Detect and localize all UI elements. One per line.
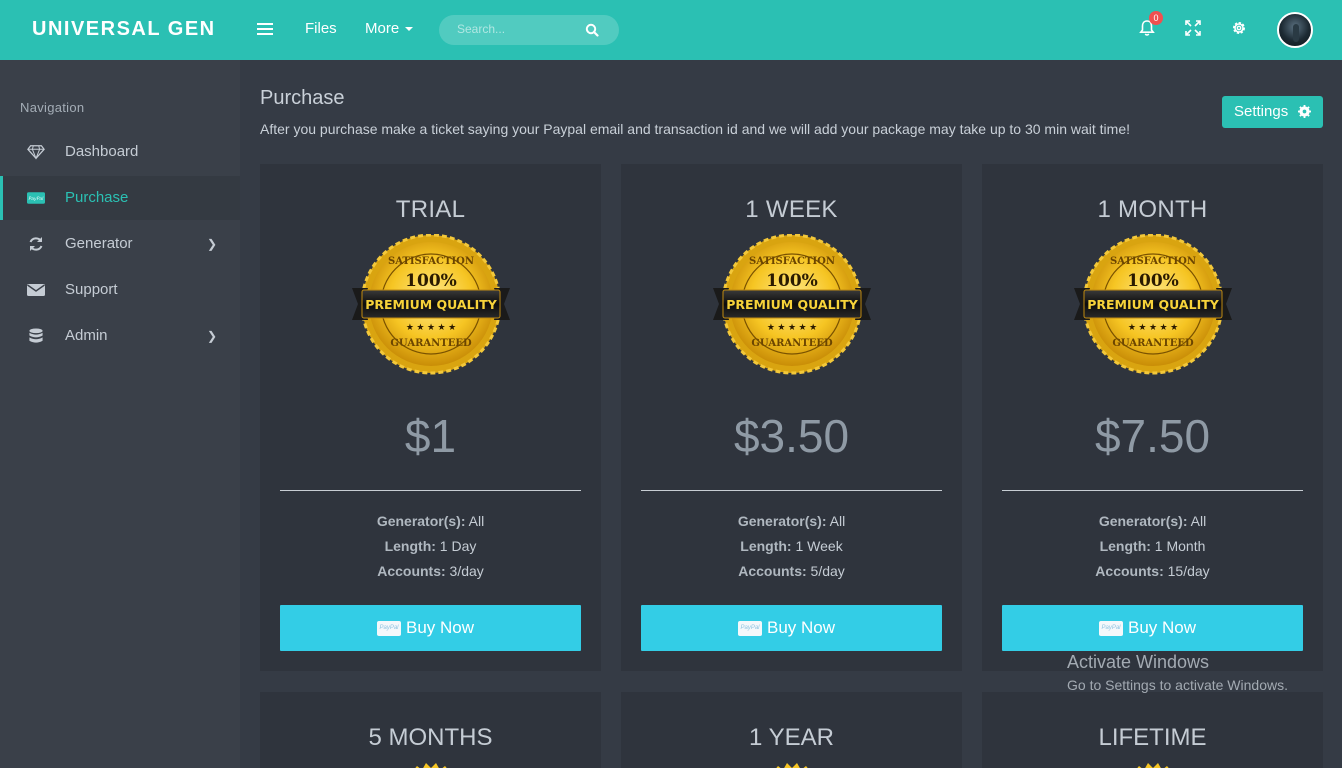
refresh-icon	[29, 237, 43, 251]
more-label: More	[365, 20, 400, 37]
sidebar-item-generator[interactable]: Generator ❯	[0, 222, 240, 266]
sidebar: Navigation Dashboard PayPal Purchase Gen…	[0, 60, 240, 768]
svg-text:★ ★ ★ ★ ★: ★ ★ ★ ★ ★	[1128, 322, 1178, 332]
sidebar-item-dashboard[interactable]: Dashboard	[0, 130, 240, 174]
svg-text:PREMIUM QUALITY: PREMIUM QUALITY	[726, 297, 859, 312]
paypal-icon: PayPal	[738, 621, 762, 636]
envelope-icon	[27, 284, 45, 296]
paypal-icon: PayPal	[1099, 621, 1123, 636]
files-link[interactable]: Files	[305, 20, 337, 37]
database-icon	[29, 328, 43, 343]
activate-windows-title: Activate Windows	[1067, 652, 1210, 672]
feature-length: Length: 1 Month	[1099, 538, 1206, 554]
plan-price: $1	[404, 410, 457, 462]
brand-logo[interactable]: UNIVERSAL GEN	[32, 18, 216, 41]
sidebar-item-label: Purchase	[65, 189, 129, 206]
plan-card-1-week: 1 WEEK SATISFACTION 100% PREMIUM QUALITY…	[621, 164, 962, 671]
divider	[1002, 490, 1303, 491]
user-avatar[interactable]	[1277, 12, 1313, 48]
buy-now-button[interactable]: PayPal Buy Now	[1002, 605, 1303, 651]
plan-price: $7.50	[1094, 410, 1211, 462]
seal-top-text: SATISFACTION	[388, 256, 474, 267]
activate-windows-subtitle: Go to Settings to activate Windows.	[1067, 677, 1288, 693]
sidebar-item-label: Support	[65, 281, 118, 298]
sidebar-item-label: Admin	[65, 327, 108, 344]
sidebar-item-admin[interactable]: Admin ❯	[0, 314, 240, 358]
premium-quality-seal-icon	[1137, 763, 1169, 768]
feature-accounts: Accounts: 15/day	[1095, 563, 1210, 579]
settings-label: Settings	[1234, 103, 1289, 120]
svg-text:GUARANTEED: GUARANTEED	[1112, 338, 1194, 349]
feature-length: Length: 1 Day	[384, 538, 477, 554]
search-input[interactable]	[457, 22, 577, 36]
premium-quality-seal-icon: SATISFACTION 100% PREMIUM QUALITY ★ ★ ★ …	[1074, 234, 1232, 375]
sidebar-item-label: Dashboard	[65, 143, 139, 160]
buy-now-button[interactable]: PayPal Buy Now	[280, 605, 581, 651]
page-description: After you purchase make a ticket saying …	[260, 121, 1131, 137]
feature-generators: Generator(s): All	[737, 513, 846, 529]
diamond-icon	[27, 145, 45, 160]
plan-card-1-month: 1 MONTH SATISFACTION 100% PREMIUM QUALIT…	[982, 164, 1323, 671]
nav-heading: Navigation	[20, 100, 85, 115]
buy-now-label: Buy Now	[767, 618, 836, 637]
divider	[280, 490, 581, 491]
premium-quality-seal-icon: SATISFACTION 100% PREMIUM QUALITY ★ ★ ★ …	[352, 234, 510, 375]
feature-generators: Generator(s): All	[376, 513, 485, 529]
svg-text:SATISFACTION: SATISFACTION	[749, 256, 835, 267]
premium-quality-seal-icon	[776, 763, 808, 768]
more-dropdown[interactable]: More	[365, 20, 414, 37]
feature-length: Length: 1 Week	[740, 538, 843, 554]
premium-quality-seal-icon: SATISFACTION 100% PREMIUM QUALITY ★ ★ ★ …	[713, 234, 871, 375]
plan-name: 5 MONTHS	[368, 724, 493, 751]
sidebar-item-label: Generator	[65, 235, 133, 252]
svg-text:PREMIUM QUALITY: PREMIUM QUALITY	[1087, 297, 1220, 312]
chevron-right-icon: ❯	[207, 237, 218, 251]
feature-accounts: Accounts: 5/day	[738, 563, 845, 579]
paypal-icon: PayPal	[27, 192, 45, 204]
notification-badge: 0	[1149, 11, 1163, 25]
plan-name: LIFETIME	[1098, 724, 1207, 751]
chevron-right-icon: ❯	[207, 329, 218, 343]
svg-text:100%: 100%	[766, 271, 818, 291]
plan-name: 1 YEAR	[749, 724, 834, 751]
seal-bottom-text: GUARANTEED	[390, 338, 472, 349]
svg-text:PayPal: PayPal	[29, 196, 45, 202]
seal-band: PREMIUM QUALITY	[365, 297, 498, 312]
plan-card-5-months: 5 MONTHS	[260, 692, 601, 768]
plan-price: $3.50	[733, 410, 850, 462]
sidebar-item-support[interactable]: Support	[0, 268, 240, 312]
page-title: Purchase	[260, 87, 345, 109]
settings-button[interactable]: Settings	[1222, 96, 1323, 128]
buy-now-button[interactable]: PayPal Buy Now	[641, 605, 942, 651]
top-navbar: UNIVERSAL GEN Files More 0	[0, 0, 1342, 60]
svg-text:100%: 100%	[1127, 271, 1179, 291]
plan-card-1-year: 1 YEAR	[621, 692, 962, 768]
divider	[641, 490, 942, 491]
svg-text:SATISFACTION: SATISFACTION	[1110, 256, 1196, 267]
caret-down-icon	[405, 27, 414, 32]
gear-icon[interactable]	[1230, 19, 1248, 37]
search-box	[439, 15, 619, 45]
plan-name: 1 MONTH	[1097, 196, 1208, 223]
search-icon[interactable]	[585, 23, 599, 37]
buy-now-label: Buy Now	[1128, 618, 1197, 637]
seal-percent: 100%	[405, 271, 457, 291]
svg-text:GUARANTEED: GUARANTEED	[751, 338, 833, 349]
fullscreen-icon[interactable]	[1184, 19, 1202, 37]
buy-now-label: Buy Now	[406, 618, 475, 637]
plan-name: TRIAL	[395, 196, 466, 223]
menu-toggle-icon[interactable]	[257, 23, 273, 37]
plan-name: 1 WEEK	[745, 196, 838, 223]
plan-card-lifetime: LIFETIME	[982, 692, 1323, 768]
premium-quality-seal-icon	[415, 763, 447, 768]
plan-card-trial: TRIAL SATISFACTION 100% PREMIUM QUALITY …	[260, 164, 601, 671]
paypal-icon: PayPal	[377, 621, 401, 636]
sidebar-item-purchase[interactable]: PayPal Purchase	[0, 176, 240, 220]
feature-generators: Generator(s): All	[1098, 513, 1207, 529]
gear-icon	[1298, 105, 1311, 118]
feature-accounts: Accounts: 3/day	[377, 563, 484, 579]
svg-text:★ ★ ★ ★ ★: ★ ★ ★ ★ ★	[767, 322, 817, 332]
svg-text:★ ★ ★ ★ ★: ★ ★ ★ ★ ★	[406, 322, 456, 332]
